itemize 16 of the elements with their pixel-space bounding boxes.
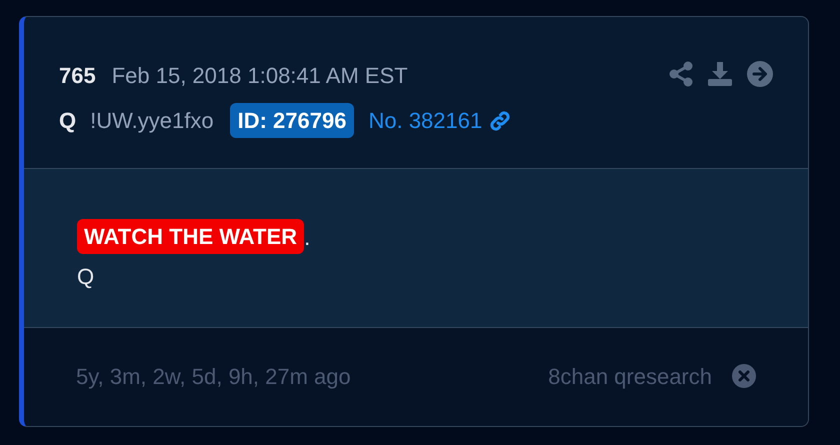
close-icon[interactable] bbox=[732, 364, 756, 388]
body-text: . bbox=[304, 224, 310, 252]
post-timestamp: Feb 15, 2018 1:08:41 AM EST bbox=[112, 62, 408, 90]
id-badge: ID: 276796 bbox=[230, 103, 354, 138]
post-age: 5y, 3m, 2w, 5d, 9h, 27m ago bbox=[76, 362, 351, 391]
share-icon[interactable] bbox=[669, 61, 693, 87]
link-icon bbox=[488, 108, 512, 132]
highlighted-text: WATCH THE WATER bbox=[77, 219, 304, 254]
arrow-right-icon[interactable] bbox=[747, 61, 773, 87]
post-source: 8chan qresearch bbox=[548, 362, 712, 391]
author-name: Q bbox=[59, 107, 76, 135]
post-number: 765 bbox=[59, 62, 96, 90]
tripcode: !UW.yye1fxo bbox=[90, 107, 214, 135]
body-text: Q bbox=[77, 263, 94, 291]
post-link[interactable]: No. 382161 bbox=[368, 104, 512, 137]
download-icon[interactable] bbox=[707, 61, 733, 87]
